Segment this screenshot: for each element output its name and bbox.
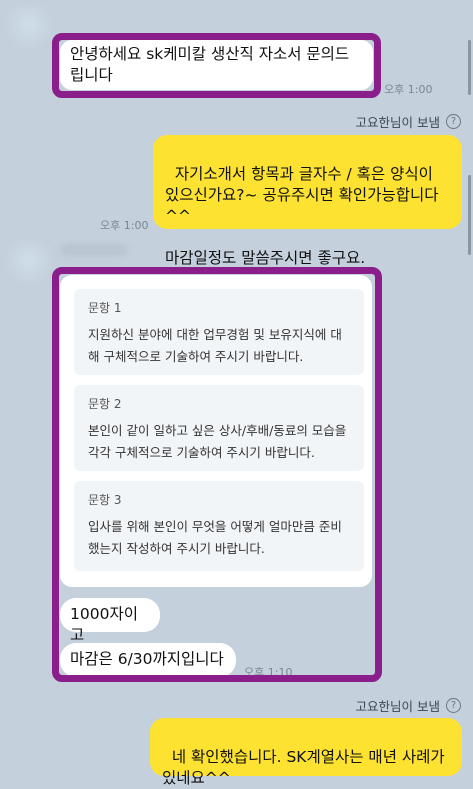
scrollbar-top[interactable] bbox=[468, 40, 471, 95]
sender-row: 고요한님이 보냄 ? bbox=[356, 696, 461, 715]
question-title: 문항 1 bbox=[88, 301, 122, 315]
message-text: 안녕하세요 sk케미칼 생산직 자소서 문의드립니다 bbox=[70, 45, 350, 84]
message-time: 오후 1:00 bbox=[100, 219, 149, 232]
avatar[interactable] bbox=[6, 240, 52, 286]
question-title: 문항 3 bbox=[88, 493, 122, 507]
question-card: 문항 3 입사를 위해 본인이 무엇을 어떻게 얼마만큼 준비했는지 작성하여 … bbox=[74, 481, 364, 571]
message-time: 오후 1:10 bbox=[244, 666, 293, 679]
sender-label: 고요한님이 보냄 bbox=[355, 115, 440, 130]
message-time: 오후 1:00 bbox=[384, 83, 433, 96]
sender-name-blurred bbox=[60, 244, 128, 256]
message-text: 마감은 6/30까지입니다 bbox=[70, 650, 224, 668]
message-text: 1000자이고 bbox=[70, 605, 138, 644]
message-text: 네 확인했습니다. SK계열사는 매년 사례가 있네요^^ bbox=[162, 748, 450, 787]
question-card: 문항 2 본인이 같이 일하고 싶은 상사/후배/동료의 모습을 각각 구체적으… bbox=[74, 385, 364, 471]
message-bubble[interactable]: 안녕하세요 sk케미칼 생산직 자소서 문의드립니다 bbox=[60, 40, 373, 90]
question-card: 문항 1 지원하신 분야에 대한 업무경험 및 보유지식에 대해 구체적으로 기… bbox=[74, 289, 364, 375]
my-message-bubble[interactable]: 네 확인했습니다. SK계열사는 매년 사례가 있네요^^ bbox=[150, 718, 462, 787]
question-body: 입사를 위해 본인이 무엇을 어떻게 얼마만큼 준비했는지 작성하여 주시기 바… bbox=[88, 519, 342, 556]
question-body: 지원하신 분야에 대한 업무경험 및 보유지식에 대해 구체적으로 기술하여 주… bbox=[88, 327, 342, 364]
sender-row: 고요한님이 보냄 ? bbox=[356, 112, 461, 131]
my-message-bubble[interactable]: 자기소개서 항목과 글자수 / 혹은 양식이 있으신가요?~ 공유주시면 확인가… bbox=[153, 135, 462, 267]
scrollbar-thumb[interactable] bbox=[468, 175, 471, 255]
question-body: 본인이 같이 일하고 싶은 상사/후배/동료의 모습을 각각 구체적으로 기술하… bbox=[88, 423, 347, 460]
help-icon[interactable]: ? bbox=[446, 114, 461, 129]
question-title: 문항 2 bbox=[88, 397, 122, 411]
help-icon[interactable]: ? bbox=[446, 698, 461, 713]
avatar[interactable] bbox=[6, 4, 52, 50]
sender-label: 고요한님이 보냄 bbox=[355, 699, 440, 714]
message-bubble[interactable]: 마감은 6/30까지입니다 bbox=[60, 643, 236, 677]
message-text: 자기소개서 항목과 글자수 / 혹은 양식이 있으신가요?~ 공유주시면 확인가… bbox=[165, 165, 439, 267]
message-bubble[interactable]: 1000자이고 bbox=[60, 598, 160, 644]
